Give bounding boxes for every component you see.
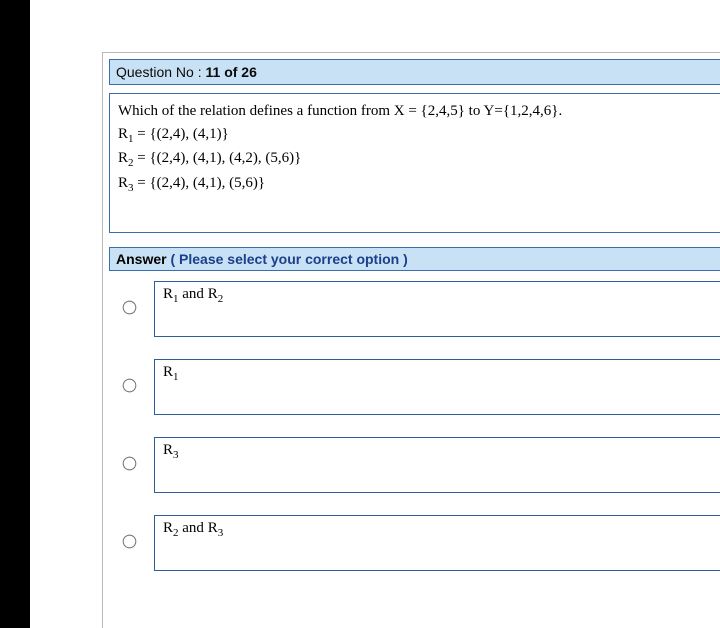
r1-def: = {(2,4), (4,1)} — [134, 126, 229, 142]
option-a-r2-sub: 2 — [218, 293, 224, 305]
r3-symbol: R — [118, 175, 128, 191]
question-number: 11 of 26 — [206, 64, 257, 80]
r1-symbol: R — [118, 126, 128, 142]
relation-r1: R1 = {(2,4), (4,1)} — [118, 123, 712, 148]
option-c[interactable]: R3 — [123, 437, 720, 493]
r2-symbol: R — [118, 150, 128, 166]
option-d-r2-sub: 3 — [218, 527, 224, 539]
question-body: Which of the relation defines a function… — [109, 93, 720, 233]
answer-options: R1 and R2 R1 R3 R2 a — [109, 281, 720, 571]
option-b-r1-sub: 1 — [173, 371, 179, 383]
question-header-prefix: Question No : — [116, 64, 206, 80]
option-d-r2: R — [208, 520, 218, 536]
option-a-r2: R — [208, 286, 218, 302]
answer-header: Answer ( Please select your correct opti… — [109, 247, 720, 271]
option-a-radio[interactable] — [123, 301, 137, 315]
left-black-margin — [0, 0, 30, 628]
option-b-box: R1 — [154, 359, 720, 415]
option-d-box: R2 and R3 — [154, 515, 720, 571]
option-d-mid: and — [179, 520, 208, 536]
page-frame: Question No : 11 of 26 Which of the rela… — [102, 52, 720, 628]
option-c-r1: R — [163, 442, 173, 458]
answer-header-lead: Answer — [116, 251, 170, 267]
question-prompt: Which of the relation defines a function… — [118, 100, 712, 123]
option-c-radio[interactable] — [123, 457, 137, 471]
r2-def: = {(2,4), (4,1), (4,2), (5,6)} — [134, 150, 302, 166]
option-b-radio[interactable] — [123, 379, 137, 393]
option-a[interactable]: R1 and R2 — [123, 281, 720, 337]
relation-r3: R3 = {(2,4), (4,1), (5,6)} — [118, 172, 712, 197]
option-d[interactable]: R2 and R3 — [123, 515, 720, 571]
r3-def: = {(2,4), (4,1), (5,6)} — [134, 175, 266, 191]
option-b[interactable]: R1 — [123, 359, 720, 415]
question-header: Question No : 11 of 26 — [109, 59, 720, 85]
option-c-r1-sub: 3 — [173, 449, 179, 461]
option-a-box: R1 and R2 — [154, 281, 720, 337]
option-b-r1: R — [163, 364, 173, 380]
relation-r2: R2 = {(2,4), (4,1), (4,2), (5,6)} — [118, 147, 712, 172]
option-d-r1: R — [163, 520, 173, 536]
option-a-r1: R — [163, 286, 173, 302]
answer-header-hint: ( Please select your correct option ) — [170, 251, 407, 267]
option-c-box: R3 — [154, 437, 720, 493]
option-a-mid: and — [179, 286, 208, 302]
option-d-radio[interactable] — [123, 535, 137, 549]
